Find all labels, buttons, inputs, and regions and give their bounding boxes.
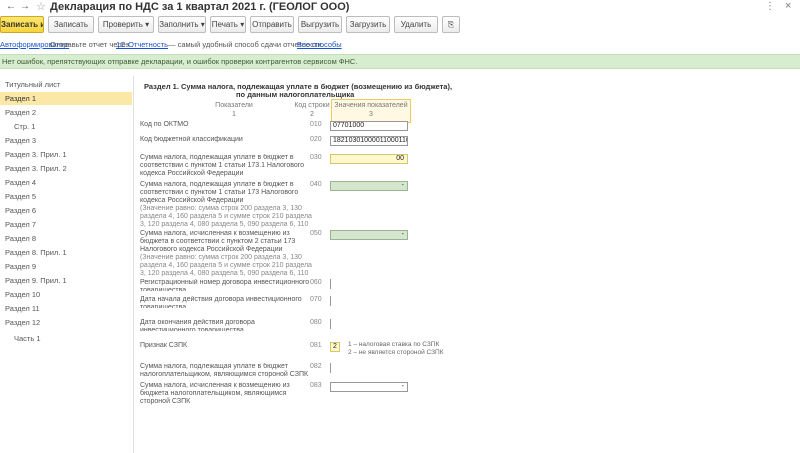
sidebar-item[interactable]: Раздел 11 xyxy=(0,302,132,315)
send-button[interactable]: Отправить xyxy=(250,16,294,33)
toolbar: Записать и закрыть Записать Проверить ▾ … xyxy=(0,16,800,34)
sidebar-item[interactable]: Раздел 3. Прил. 1 xyxy=(0,148,132,161)
row-value-field[interactable]: 18210301000011000110 xyxy=(330,136,408,146)
sidebar-item[interactable]: Раздел 8 xyxy=(0,232,132,245)
row-value-field[interactable] xyxy=(330,296,408,306)
row-label: Сумма налога, исчисленная к возмещению и… xyxy=(140,382,290,405)
row-code: 050 xyxy=(310,230,322,237)
row-label: Регистрационный номер договора инвестици… xyxy=(140,279,310,291)
row-code: 083 xyxy=(310,382,322,389)
sidebar-item[interactable]: Раздел 8. Прил. 1 xyxy=(0,246,132,259)
export-button[interactable]: Выгрузить xyxy=(298,16,342,33)
back-icon[interactable]: ← xyxy=(6,1,16,12)
attachment-icon[interactable]: ⎘ xyxy=(442,16,460,33)
1c-reporting-link[interactable]: 1С-Отчетность xyxy=(116,40,168,49)
row-hint-2: 2 – не является стороной СЗПК xyxy=(348,349,444,356)
row-label: Сумма налога, подлежащая уплате в бюджет… xyxy=(140,154,305,177)
title-bar: ← → ☆ Декларация по НДС за 1 квартал 202… xyxy=(0,0,800,14)
save-button[interactable]: Записать xyxy=(48,16,94,33)
row-value-field[interactable]: 2 xyxy=(330,342,340,352)
row-value-field[interactable] xyxy=(330,279,408,289)
row-value-field[interactable]: 07701000 xyxy=(330,121,408,131)
sidebar-item[interactable]: Раздел 7 xyxy=(0,218,132,231)
print-button[interactable]: Печать ▾ xyxy=(210,16,246,33)
row-code: 082 xyxy=(310,363,322,370)
section-1-form: Раздел 1. Сумма налога, подлежащая уплат… xyxy=(134,76,800,453)
row-sublabel: (Значение равно: сумма строк 200 раздела… xyxy=(140,254,312,277)
column-header-code: Код строки 2 xyxy=(294,102,330,118)
row-label: Сумма налога, подлежащая уплате в бюджет… xyxy=(140,363,309,378)
reporting-link-bar: Автоформирование Отправьте отчет через 1… xyxy=(0,38,800,51)
import-button[interactable]: Загрузить xyxy=(346,16,390,33)
row-label: Дата начала действия договора инвестицио… xyxy=(140,296,302,308)
sections-sidebar: Титульный лист Раздел 1 Раздел 2 Стр. 1 Разд… xyxy=(0,76,134,453)
row-label: Код бюджетной классификации xyxy=(140,136,243,143)
favorite-star-icon[interactable]: ☆ xyxy=(36,0,46,13)
sidebar-item[interactable]: Раздел 6 xyxy=(0,204,132,217)
row-label: Сумма налога, подлежащая уплате в бюджет… xyxy=(140,181,312,229)
sidebar-item[interactable]: Раздел 12 xyxy=(0,316,132,329)
sidebar-item[interactable]: Раздел 1 xyxy=(0,92,132,105)
sidebar-item[interactable]: Титульный лист xyxy=(0,78,132,91)
window-title: Декларация по НДС за 1 квартал 2021 г. (… xyxy=(50,1,350,13)
column-header-indicator: Показатели 1 xyxy=(215,102,253,118)
row-code: 060 xyxy=(310,279,322,286)
row-code: 070 xyxy=(310,296,322,303)
row-code: 030 xyxy=(310,154,322,161)
sidebar-item[interactable]: Раздел 9 xyxy=(0,260,132,273)
more-menu-icon[interactable]: ⋮ xyxy=(765,1,775,12)
sidebar-item[interactable]: Раздел 3. Прил. 2 xyxy=(0,162,132,175)
fill-button[interactable]: Заполнить ▾ xyxy=(158,16,206,33)
check-button[interactable]: Проверить ▾ xyxy=(98,16,154,33)
sidebar-item[interactable]: Раздел 5 xyxy=(0,190,132,203)
forward-icon[interactable]: → xyxy=(20,1,30,12)
sidebar-item[interactable]: Раздел 4 xyxy=(0,176,132,189)
section-heading-2: по данным налогоплательщика xyxy=(236,90,355,99)
save-and-close-button[interactable]: Записать и закрыть xyxy=(0,16,44,33)
sidebar-item[interactable]: Раздел 10 xyxy=(0,288,132,301)
row-value-field[interactable] xyxy=(330,363,408,373)
row-code: 040 xyxy=(310,181,322,188)
row-value-field[interactable]: 00 xyxy=(330,154,408,164)
row-label: Дата окончания действия договора инвести… xyxy=(140,319,255,331)
sidebar-item[interactable]: Часть 1 xyxy=(0,332,132,345)
row-value-field[interactable] xyxy=(330,319,408,329)
sidebar-item[interactable]: Раздел 9. Прил. 1 xyxy=(0,274,132,287)
row-code: 020 xyxy=(310,136,322,143)
row-code: 080 xyxy=(310,319,322,326)
delete-button[interactable]: Удалить xyxy=(394,16,438,33)
all-methods-link[interactable]: Все способы xyxy=(297,40,342,49)
row-value-field[interactable]: - xyxy=(330,181,408,191)
row-label: Признак СЗПК xyxy=(140,342,188,349)
close-icon[interactable]: × xyxy=(785,0,791,12)
sidebar-item[interactable]: Раздел 2 xyxy=(0,106,132,119)
sidebar-item[interactable]: Раздел 3 xyxy=(0,134,132,147)
sidebar-item[interactable]: Стр. 1 xyxy=(0,120,132,133)
row-label: Сумма налога, исчисленная к возмещению и… xyxy=(140,230,312,278)
row-code: 010 xyxy=(310,121,322,128)
column-header-value: Значения показателей 3 xyxy=(334,102,408,118)
row-hint: 1 – налоговая ставка по СЗПК xyxy=(348,341,440,348)
row-sublabel: (Значение равно: сумма строк 200 раздела… xyxy=(140,205,312,228)
validation-notice: Нет ошибок, препятствующих отправке декл… xyxy=(0,54,800,69)
row-code: 081 xyxy=(310,342,322,349)
row-label: Код по ОКТМО xyxy=(140,121,189,128)
row-value-field[interactable]: - xyxy=(330,230,408,240)
row-value-field[interactable]: - xyxy=(330,382,408,392)
